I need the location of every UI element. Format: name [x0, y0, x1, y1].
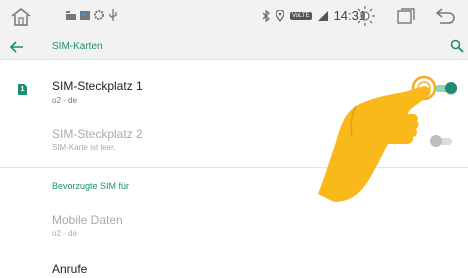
sim-card-icon: 1 [18, 84, 27, 95]
notification-icons [66, 8, 118, 22]
settings-notification-icon [94, 10, 104, 20]
back-icon[interactable] [436, 7, 456, 25]
sim-slot-2-name: SIM-Steckplatz 2 [52, 127, 143, 141]
mobile-data-row[interactable]: Mobile Daten o2 - de [0, 203, 468, 243]
usb-notification-icon [109, 9, 117, 21]
bluetooth-icon [262, 9, 270, 22]
sim-slot-1-carrier: o2 - de [52, 96, 77, 105]
status-bar: VoLTE 14:31 [0, 0, 468, 34]
status-indicators: VoLTE 14:31 [262, 8, 366, 23]
volte-icon: VoLTE [290, 11, 312, 20]
home-icon[interactable] [10, 6, 32, 28]
search-icon[interactable] [450, 39, 464, 53]
sim-slot-2-status: SIM-Karte ist leer. [52, 143, 116, 152]
sim-slot-1-row[interactable]: 1 SIM-Steckplatz 1 o2 - de [0, 60, 468, 117]
calls-row[interactable]: Anrufe [0, 256, 468, 278]
mobile-data-label: Mobile Daten [52, 213, 123, 227]
location-icon [276, 9, 284, 22]
sim-slot-2-row[interactable]: SIM-Steckplatz 2 SIM-Karte ist leer. [0, 117, 468, 168]
signal-icon [317, 10, 328, 21]
sim-slot-2-toggle[interactable] [430, 135, 452, 147]
sim-slot-1-toggle[interactable] [435, 82, 457, 94]
calls-label: Anrufe [52, 262, 88, 276]
app-bar: SIM-Karten [0, 34, 468, 60]
toggle-thumb [430, 135, 442, 147]
page-title: SIM-Karten [52, 41, 103, 52]
mobile-data-value: o2 - de [52, 229, 77, 238]
brightness-icon[interactable] [354, 5, 376, 27]
image-notification-icon [80, 11, 90, 20]
photo-notification-icon [66, 11, 76, 20]
nav-back-icon[interactable] [9, 39, 25, 55]
toggle-thumb [445, 82, 457, 94]
recents-icon[interactable] [397, 8, 415, 24]
preferred-sim-header: Bevorzugte SIM für [52, 181, 130, 191]
sim-slot-1-name: SIM-Steckplatz 1 [52, 79, 143, 93]
